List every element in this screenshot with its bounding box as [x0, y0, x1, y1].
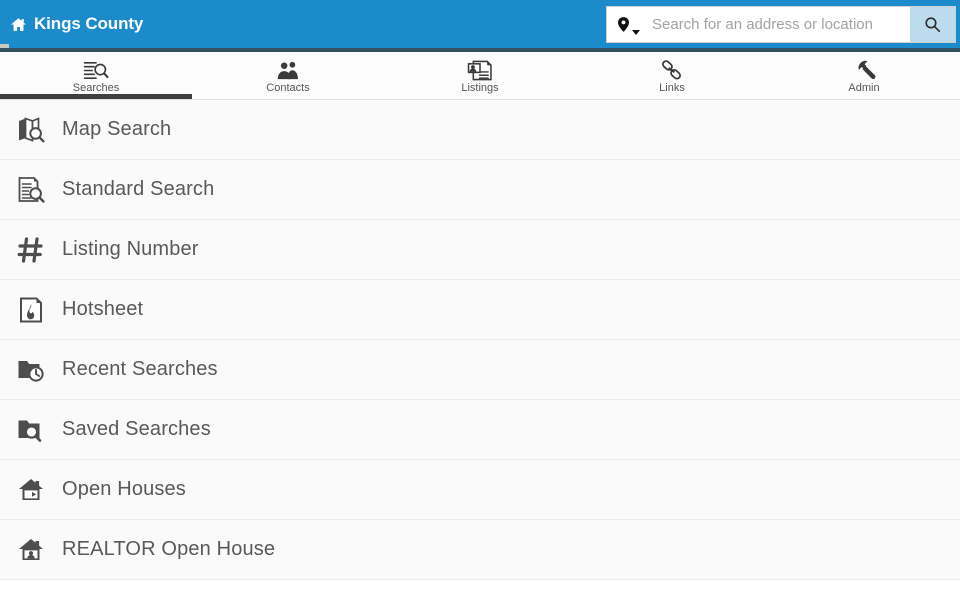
search-input[interactable]: [648, 6, 910, 42]
tab-admin[interactable]: Admin: [768, 52, 960, 99]
header-left-nub: [0, 44, 9, 48]
chevron-down-icon: [632, 22, 640, 35]
menu-item-realtor-open-house[interactable]: REALTOR Open House: [0, 520, 960, 580]
folder-search-icon: [17, 416, 45, 444]
menu-item-hotsheet[interactable]: Hotsheet: [0, 280, 960, 340]
tab-label: Searches: [72, 81, 120, 94]
app-header: Kings County: [0, 0, 960, 48]
tab-label: Links: [659, 81, 685, 94]
tab-searches[interactable]: Searches: [0, 52, 192, 99]
menu-item-saved-searches[interactable]: Saved Searches: [0, 400, 960, 460]
map-search-icon: [17, 116, 45, 144]
menu-item-open-houses[interactable]: Open Houses: [0, 460, 960, 520]
brand[interactable]: Kings County: [0, 14, 143, 34]
menu-item-label: Map Search: [62, 118, 172, 140]
document-search-icon: [83, 60, 109, 81]
main-tab-bar: Searches Contacts Listings Links Admin: [0, 52, 960, 100]
home-icon: [10, 16, 27, 33]
active-tab-indicator: [0, 94, 192, 99]
searches-menu-list: Map Search Standard Search Listing Numbe…: [0, 100, 960, 580]
tab-links[interactable]: Links: [576, 52, 768, 99]
menu-item-label: REALTOR Open House: [62, 538, 276, 560]
menu-item-label: Recent Searches: [62, 358, 218, 380]
document-search-icon: [17, 176, 45, 204]
search-scope-selector[interactable]: [607, 7, 648, 42]
menu-item-recent-searches[interactable]: Recent Searches: [0, 340, 960, 400]
menu-item-label: Standard Search: [62, 178, 215, 200]
listings-icon: [467, 60, 493, 81]
tab-contacts[interactable]: Contacts: [192, 52, 384, 99]
menu-item-label: Open Houses: [62, 478, 186, 500]
hash-icon: [17, 236, 45, 264]
wrench-icon: [851, 60, 877, 81]
folder-clock-icon: [17, 356, 45, 384]
house-person-icon: [17, 536, 45, 564]
house-arrow-icon: [17, 476, 45, 504]
tab-label: Contacts: [266, 81, 310, 94]
contacts-icon: [275, 60, 301, 81]
flame-document-icon: [17, 296, 45, 324]
link-chain-icon: [659, 59, 685, 81]
brand-title: Kings County: [34, 14, 144, 33]
search-bar: [606, 5, 956, 43]
tab-label: Admin: [848, 81, 880, 94]
tab-label: Listings: [461, 81, 499, 94]
map-pin-icon: [618, 16, 629, 32]
menu-item-label: Listing Number: [62, 238, 199, 260]
search-submit-button[interactable]: [910, 6, 955, 42]
menu-item-label: Hotsheet: [62, 298, 144, 320]
tab-listings[interactable]: Listings: [384, 52, 576, 99]
menu-item-map-search[interactable]: Map Search: [0, 100, 960, 160]
menu-item-standard-search[interactable]: Standard Search: [0, 160, 960, 220]
menu-item-listing-number[interactable]: Listing Number: [0, 220, 960, 280]
menu-item-label: Saved Searches: [62, 418, 211, 440]
search-icon: [924, 16, 941, 33]
